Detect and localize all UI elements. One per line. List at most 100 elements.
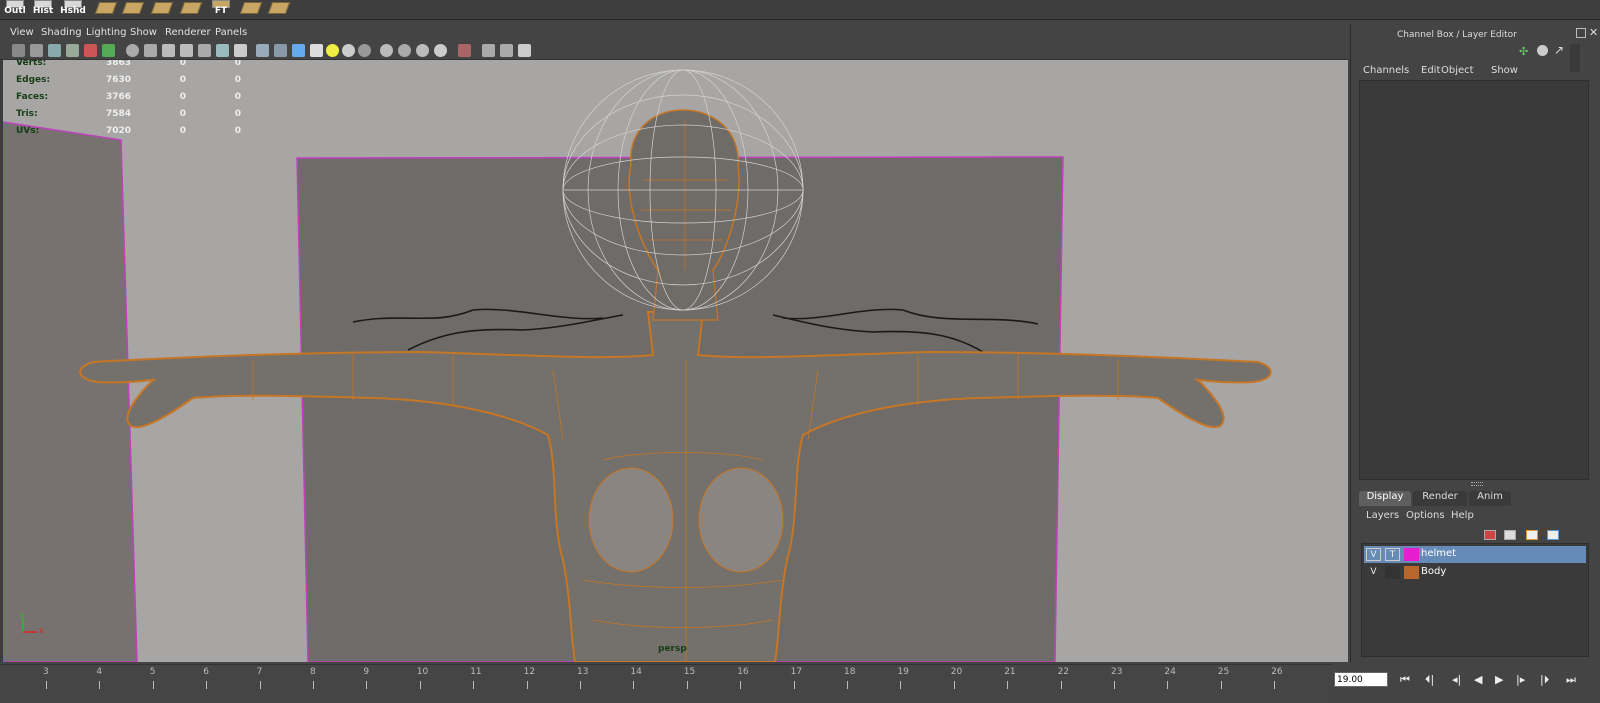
menu-renderer[interactable]: Renderer (165, 27, 211, 38)
uv-layout-icon[interactable] (151, 0, 173, 14)
checker-icon[interactable] (310, 44, 323, 57)
go-to-start-icon[interactable]: ⏮ (1400, 673, 1410, 687)
timeline-tick (1007, 681, 1009, 689)
play-backward-icon[interactable]: ◀ (1474, 673, 1482, 686)
smooth-shade-icon[interactable] (144, 44, 157, 57)
timeline-tick-label: 9 (363, 667, 370, 677)
timeline-tick-label: 13 (577, 667, 589, 677)
axis-x-label: x (39, 626, 44, 635)
layer-color-swatch[interactable] (1404, 548, 1419, 561)
image-plane-icon[interactable] (66, 44, 79, 57)
move-down-layer-icon[interactable] (1547, 530, 1559, 540)
menu-options[interactable]: Options (1406, 510, 1445, 521)
go-to-end-icon[interactable]: ⏭ (1566, 673, 1576, 687)
textured-icon[interactable] (180, 44, 193, 57)
play-forward-icon[interactable]: ▶ (1495, 673, 1503, 686)
layer-color-swatch[interactable] (1404, 566, 1419, 579)
hypershade-shelf-button[interactable]: Hshd (60, 0, 86, 18)
shadows-icon[interactable] (216, 44, 229, 57)
isolate-icon[interactable] (256, 44, 269, 57)
xray-joints-icon[interactable] (292, 44, 305, 57)
channel-box-area[interactable] (1359, 80, 1589, 480)
current-frame-field[interactable]: 19.00 (1334, 672, 1388, 687)
menu-show[interactable]: Show (1491, 65, 1518, 76)
timeline-tick-label: 7 (256, 667, 263, 677)
timeline-tick (366, 681, 368, 689)
text-icon[interactable] (234, 44, 247, 57)
timeline-tick-label: 21 (1004, 667, 1016, 677)
menu-help[interactable]: Help (1451, 510, 1474, 521)
menu-lighting[interactable]: Lighting (86, 27, 126, 38)
sphere-icon[interactable] (342, 44, 355, 57)
tab-display[interactable]: Display (1359, 491, 1411, 506)
menu-edit[interactable]: Edit (1421, 65, 1440, 76)
layer-row-body[interactable]: V Body (1364, 564, 1586, 581)
uv-planar-icon[interactable] (240, 0, 262, 14)
layer-visibility-toggle[interactable]: V (1366, 548, 1381, 561)
arrow-icon[interactable]: ↗ (1554, 43, 1564, 57)
uv-select-icon[interactable] (122, 0, 144, 14)
time-slider[interactable]: 3 4 5 6 7 8 9 10 11 12 13 14 15 16 17 18 19 20 21 22 23 24 25 2… (0, 664, 1333, 703)
step-back-key-icon[interactable]: ⏴| (1425, 673, 1434, 687)
menu-show[interactable]: Show (130, 27, 157, 38)
grid-icon[interactable] (84, 44, 97, 57)
lights-icon[interactable] (198, 44, 211, 57)
3d-scene-view[interactable]: Verts: 3863 0 0 Edges: 7630 0 0 Faces: 3… (3, 60, 1348, 662)
move-up-layer-icon[interactable] (1526, 530, 1538, 540)
tab-anim[interactable]: Anim (1469, 491, 1511, 506)
splitter-handle[interactable] (1471, 482, 1483, 486)
timeline-tick-label: 10 (416, 667, 429, 677)
motion-blur-icon[interactable] (380, 44, 393, 57)
camera-attributes-icon[interactable] (30, 44, 43, 57)
default-light-icon[interactable] (326, 44, 339, 57)
menu-panels[interactable]: Panels (215, 27, 247, 38)
menu-shading[interactable]: Shading (41, 27, 82, 38)
layer-row-helmet[interactable]: V T helmet (1364, 546, 1586, 563)
xray-icon[interactable] (274, 44, 287, 57)
screen-space-icon[interactable] (434, 44, 447, 57)
menu-channels[interactable]: Channels (1363, 65, 1409, 76)
menu-layers[interactable]: Layers (1366, 510, 1399, 521)
cube-icon[interactable] (482, 44, 495, 57)
layer-template-toggle[interactable]: T (1385, 548, 1400, 561)
layer-name[interactable]: Body (1421, 566, 1446, 577)
new-empty-layer-icon[interactable] (1504, 530, 1516, 540)
shelf-bar: Outl Hist Hshd FT (0, 0, 1600, 20)
uv-cylindrical-icon[interactable] (268, 0, 290, 14)
menu-object[interactable]: Object (1441, 65, 1474, 76)
select-camera-icon[interactable] (12, 44, 25, 57)
tab-render[interactable]: Render (1413, 491, 1467, 506)
manipulator-icon[interactable]: ✣ (1519, 45, 1528, 58)
share-icon[interactable] (518, 44, 531, 57)
wireframe-on-shaded-icon[interactable] (162, 44, 175, 57)
close-icon[interactable]: ✕ (1589, 26, 1598, 39)
new-layer-selected-icon[interactable] (1484, 530, 1496, 540)
bookmark-icon[interactable] (48, 44, 61, 57)
history-shelf-button[interactable]: Hist (30, 0, 56, 18)
film-gate-icon[interactable] (102, 44, 115, 57)
outliner-shelf-button[interactable]: Outl (2, 0, 28, 18)
collapse-handle[interactable] (1570, 44, 1580, 72)
uv-tool-icon[interactable] (95, 0, 117, 14)
wireframe-icon[interactable] (126, 44, 139, 57)
menu-view[interactable]: View (10, 27, 34, 38)
image-plane-side (3, 121, 138, 662)
step-forward-frame-icon[interactable]: |▸ (1516, 673, 1525, 686)
ambient-occlusion-icon[interactable] (358, 44, 371, 57)
layer-name[interactable]: helmet (1421, 548, 1456, 559)
anti-alias-icon[interactable] (398, 44, 411, 57)
layer-visibility-toggle[interactable]: V (1366, 566, 1381, 579)
step-back-frame-icon[interactable]: ◂| (1452, 673, 1461, 686)
step-forward-key-icon[interactable]: |⏵ (1540, 673, 1549, 687)
timeline-tick-label: 16 (737, 667, 749, 677)
frame-all-icon[interactable] (500, 44, 513, 57)
hud-icon[interactable] (458, 44, 471, 57)
depth-of-field-icon[interactable] (416, 44, 429, 57)
uv-unfold-icon[interactable] (180, 0, 202, 14)
viewport-toolbar (0, 42, 1348, 60)
layer-template-toggle[interactable] (1385, 566, 1400, 579)
float-icon[interactable] (1576, 28, 1586, 38)
clock-icon[interactable] (1537, 45, 1548, 56)
viewport-panel: View Shading Lighting Show Renderer Pane… (0, 24, 1348, 662)
ft-shelf-button[interactable]: FT (208, 0, 234, 18)
